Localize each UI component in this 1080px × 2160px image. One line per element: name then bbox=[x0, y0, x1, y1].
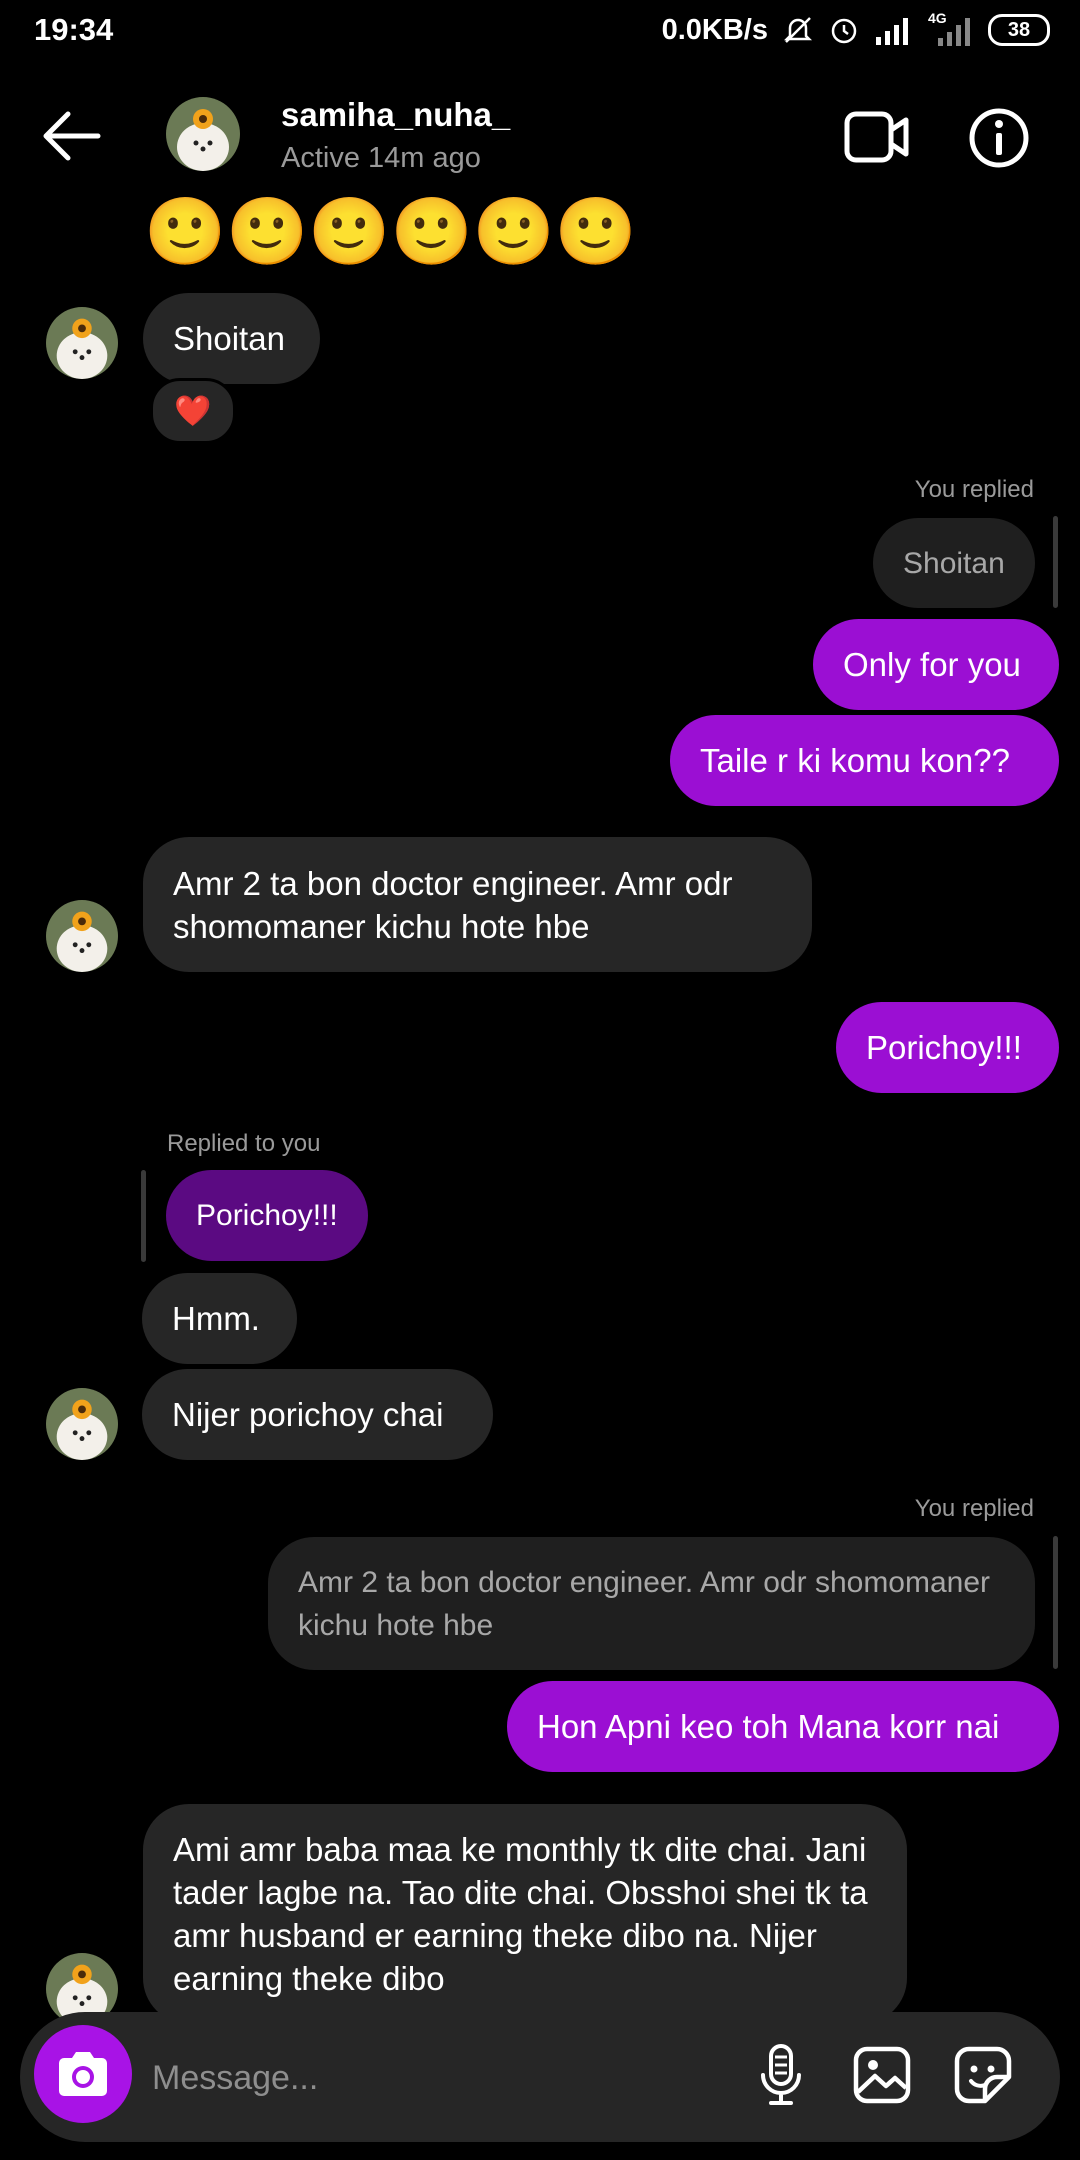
message-incoming[interactable]: Hmm. bbox=[142, 1273, 297, 1364]
bell-muted-icon bbox=[783, 17, 813, 43]
quoted-message[interactable]: Porichoy!!! bbox=[166, 1170, 368, 1261]
battery-indicator: 38 bbox=[988, 14, 1050, 46]
alarm-icon bbox=[831, 18, 857, 44]
voice-message-button[interactable] bbox=[746, 2040, 816, 2110]
quoted-message[interactable]: Amr 2 ta bon doctor engineer. Amr odr sh… bbox=[268, 1537, 1035, 1670]
info-icon bbox=[969, 108, 1029, 168]
quoted-message[interactable]: Shoitan bbox=[873, 518, 1035, 608]
sticker-icon bbox=[954, 2046, 1012, 2104]
status-icons: 0.0KB/s 4G 38 bbox=[662, 10, 1050, 50]
reply-bar bbox=[1053, 516, 1058, 608]
reply-label: You replied bbox=[914, 476, 1034, 503]
image-icon bbox=[853, 2046, 911, 2104]
header-avatar[interactable] bbox=[166, 97, 240, 171]
info-button[interactable] bbox=[968, 107, 1030, 169]
sticker-button[interactable] bbox=[948, 2040, 1018, 2110]
header-active-status: Active 14m ago bbox=[281, 142, 481, 174]
reply-bar bbox=[141, 1170, 146, 1262]
message-outgoing[interactable]: Taile r ki komu kon?? bbox=[670, 715, 1059, 806]
message-outgoing[interactable]: Porichoy!!! bbox=[836, 1002, 1059, 1093]
header-username[interactable]: samiha_nuha_ bbox=[281, 96, 510, 134]
message-outgoing[interactable]: Only for you bbox=[813, 619, 1059, 710]
heart-reaction[interactable]: ❤️ bbox=[150, 378, 236, 444]
message-incoming[interactable]: Nijer porichoy chai bbox=[142, 1369, 493, 1460]
camera-icon bbox=[59, 2052, 107, 2096]
back-button[interactable] bbox=[38, 106, 108, 166]
message-outgoing[interactable]: Hon Apni keo toh Mana korr nai bbox=[507, 1681, 1059, 1772]
gallery-button[interactable] bbox=[847, 2040, 917, 2110]
microphone-icon bbox=[761, 2044, 801, 2105]
signal-icon bbox=[876, 18, 908, 45]
message-incoming[interactable]: Ami amr baba maa ke monthly tk dite chai… bbox=[143, 1804, 907, 2024]
message-incoming[interactable]: Amr 2 ta bon doctor engineer. Amr odr sh… bbox=[143, 837, 812, 972]
emoji-message[interactable]: 🙂🙂🙂🙂🙂🙂 bbox=[144, 196, 637, 266]
status-time: 19:34 bbox=[34, 12, 114, 47]
reply-bar bbox=[1053, 1536, 1058, 1669]
camera-button[interactable] bbox=[34, 2025, 132, 2123]
sender-avatar[interactable] bbox=[46, 900, 118, 972]
video-camera-icon bbox=[844, 111, 909, 163]
reply-label: You replied bbox=[914, 1495, 1034, 1522]
message-incoming[interactable]: Shoitan bbox=[143, 293, 320, 384]
signal-4g-icon: 4G bbox=[928, 10, 974, 46]
video-call-button[interactable] bbox=[844, 108, 910, 166]
net-speed: 0.0KB/s bbox=[661, 13, 768, 46]
sender-avatar[interactable] bbox=[46, 307, 118, 379]
reply-label: Replied to you bbox=[167, 1130, 321, 1157]
message-input[interactable] bbox=[150, 2040, 714, 2116]
arrow-left-icon bbox=[43, 111, 101, 161]
sender-avatar[interactable] bbox=[46, 1388, 118, 1460]
